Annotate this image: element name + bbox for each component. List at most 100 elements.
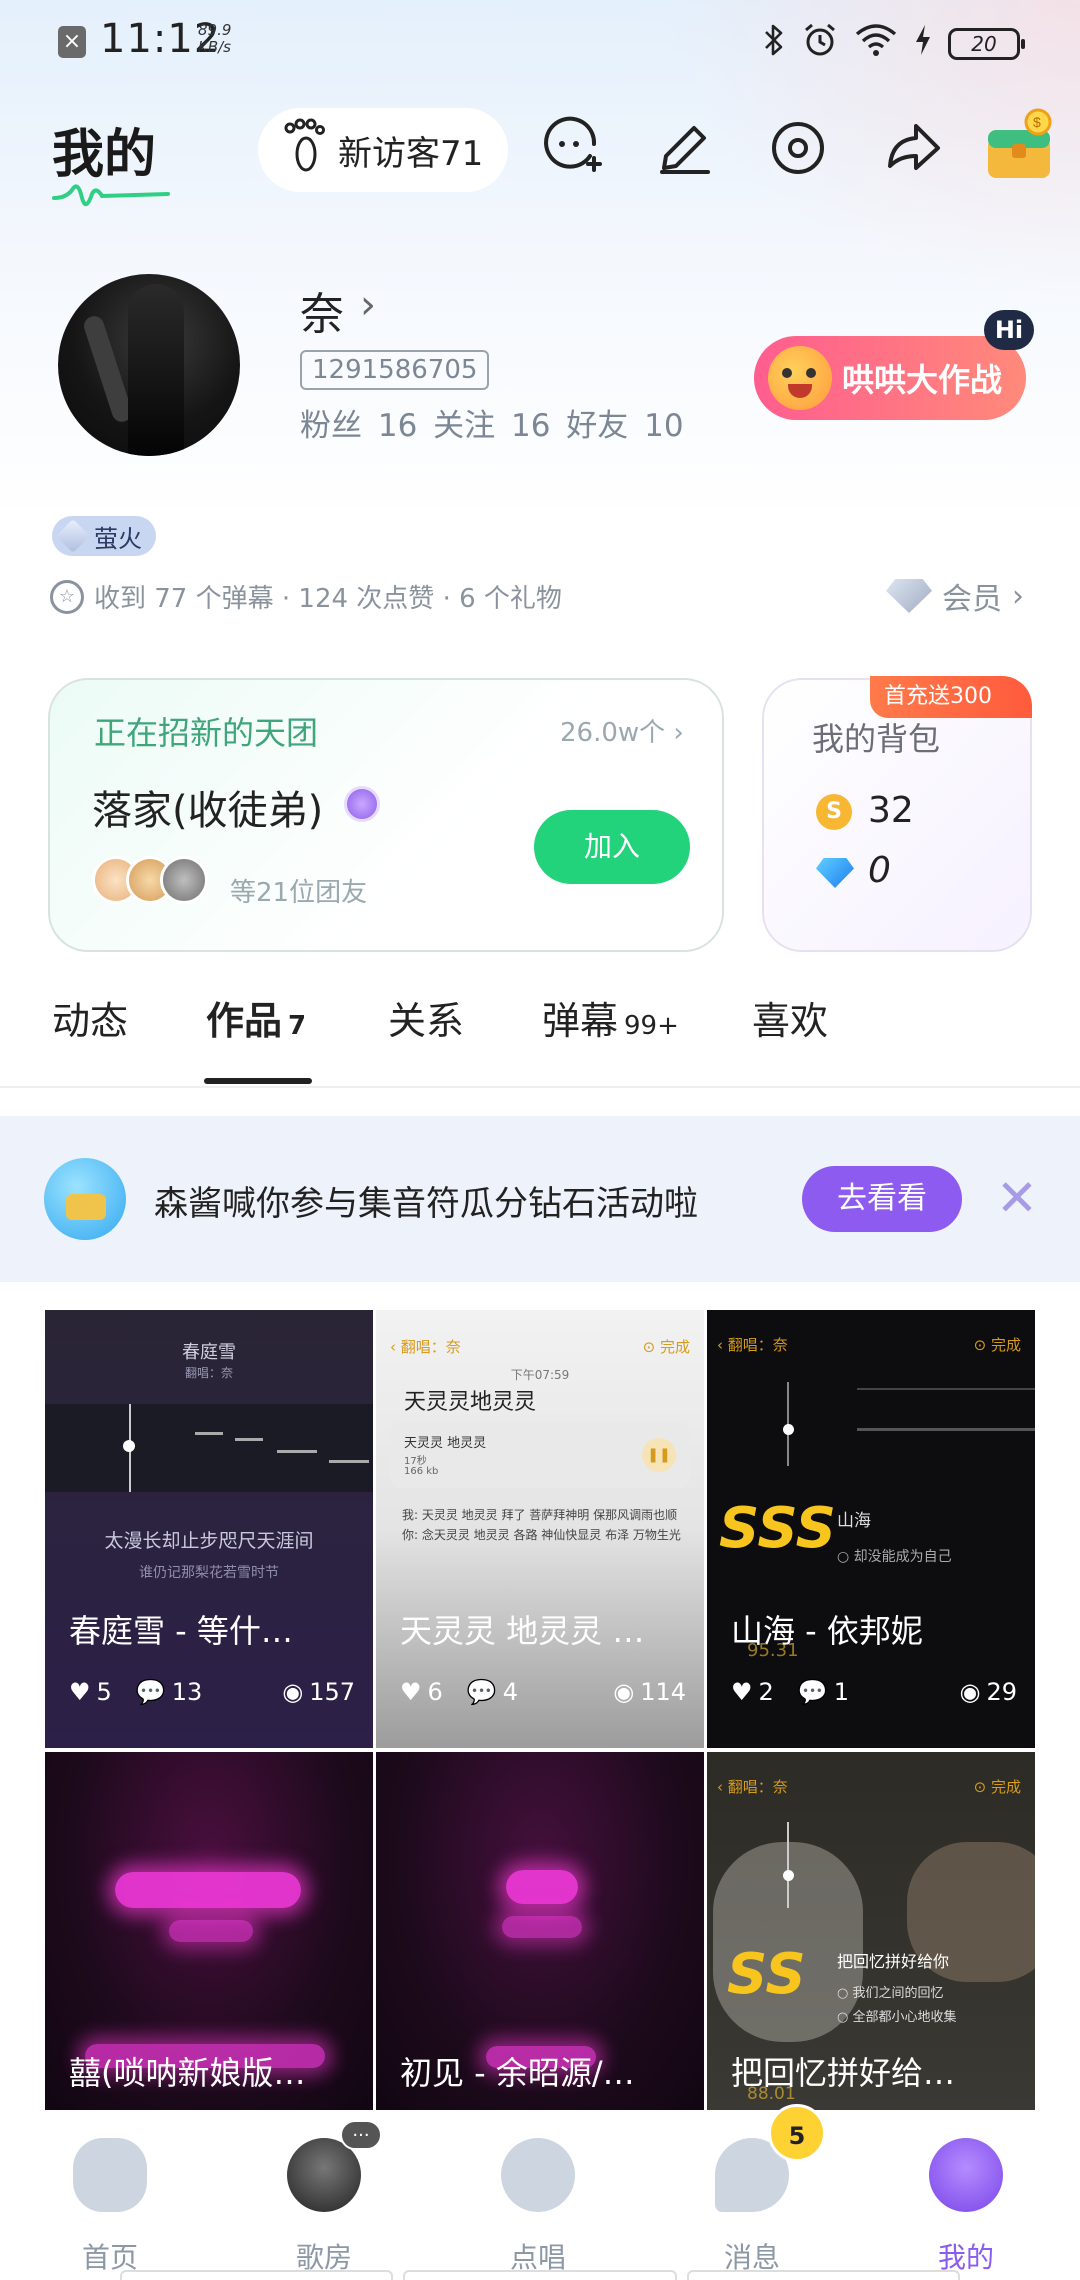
thumb-song: 把回忆拼好给你 <box>837 1952 950 1971</box>
thumb-grade: SSS <box>719 1496 837 1561</box>
comment-count: 4 <box>502 1678 518 1706</box>
nav-mine[interactable]: 我的 <box>886 2110 1046 2276</box>
thumb-back: ‹ 翻唱：奈 <box>717 1336 788 1354</box>
work-card-1[interactable]: 春庭雪 翻唱：奈 太漫长却止步咫尺天涯间 谁仍记那梨花若雪时节 春庭雪 - 等什… <box>45 1310 373 1748</box>
bluetooth-icon <box>762 23 786 65</box>
nav-home[interactable]: 首页 <box>30 2110 190 2276</box>
comment-icon: 💬 <box>135 1678 166 1706</box>
work-card-3[interactable]: ‹ 翻唱：奈 ⊙ 完成 SSS 山海 ○ 却没能成为自己 95.31 山海 - … <box>707 1310 1035 1748</box>
charging-icon <box>914 24 932 64</box>
hi-badge: Hi <box>984 310 1034 350</box>
tab-label: 作品 <box>206 999 283 1043</box>
emoji-face-icon <box>768 346 832 410</box>
avatar[interactable] <box>58 274 240 456</box>
new-visitors-button[interactable]: 新访客71 <box>258 108 508 192</box>
tab-likes[interactable]: 喜欢 <box>752 990 828 1045</box>
close-icon[interactable]: ✕ <box>996 1168 1038 1228</box>
diamond-icon <box>886 579 932 613</box>
net-speed-unit: KB/s <box>198 38 231 56</box>
active-tab-indicator <box>204 1078 312 1084</box>
heart-icon: ♥ <box>731 1678 753 1706</box>
chevron-right-icon: › <box>1012 578 1024 614</box>
group-count[interactable]: 26.0w个 › <box>560 712 684 749</box>
work-title: 囍(唢呐新娘版… <box>69 2054 306 2092</box>
status-bar: × 11:12 89.9 KB/s 20 <box>0 0 1080 80</box>
tab-danmaku[interactable]: 弹幕 99+ <box>542 990 679 1045</box>
title-wave-icon <box>52 184 170 206</box>
mascot-icon <box>929 2138 1003 2212</box>
coin-icon: S <box>816 794 852 830</box>
neon-light <box>115 1872 301 1908</box>
tab-moments[interactable]: 动态 <box>52 990 128 1045</box>
more-icon[interactable]: ··· <box>340 2120 382 2150</box>
treasure-chest-icon[interactable]: $ <box>980 108 1058 186</box>
footprint-icon <box>282 118 328 183</box>
like-count: 6 <box>427 1678 443 1706</box>
work-card-5[interactable]: 初见 - 余昭源/… <box>376 1752 704 2110</box>
chevron-right-icon[interactable]: › <box>360 282 376 328</box>
first-recharge-ribbon[interactable]: 首充送300 <box>870 676 1032 718</box>
rank-label: 萤火 <box>94 524 142 553</box>
follow-stats[interactable]: 粉丝 16 关注 16 好友 10 <box>300 400 684 445</box>
eye-icon: ◉ <box>613 1678 635 1706</box>
message-badge: 5 <box>768 2104 826 2162</box>
tab-label: 动态 <box>52 999 129 1043</box>
vip-label: 会员 <box>942 582 1002 617</box>
thumb-time: 下午07:59 <box>510 1368 570 1382</box>
thumb-top-right: 完成 <box>659 1338 690 1356</box>
thumb-line: ○ 全部都小心地收集 <box>837 2010 957 2025</box>
heart-icon: ♥ <box>69 1678 91 1706</box>
thumb-line-text: 却没能成为自己 <box>853 1549 952 1565</box>
thumb-top-right: 完成 <box>990 1336 1021 1354</box>
go-see-button[interactable]: 去看看 <box>802 1166 962 1232</box>
thumb-song: 山海 <box>837 1511 871 1531</box>
nickname[interactable]: 奈 <box>300 278 344 342</box>
thumb-heading: 天灵灵地灵灵 <box>404 1390 537 1415</box>
edit-icon[interactable] <box>652 116 716 180</box>
thumb-done: ⊙ 完成 <box>642 1338 690 1356</box>
nav-request-song[interactable]: 点唱 <box>458 2110 618 2276</box>
work-title: 把回忆拼好给… <box>731 2054 956 2092</box>
bottom-nav: 首页 歌房 点唱 消息 我的 <box>0 2110 1080 2280</box>
rank-badge[interactable]: 萤火 <box>52 516 156 556</box>
heart-icon: ♥ <box>400 1678 422 1706</box>
thumb-done: ⊙ 完成 <box>973 1778 1021 1796</box>
new-visitors-label: 新访客71 <box>338 133 484 174</box>
pitch-dot <box>123 1440 135 1452</box>
pitch-dot <box>783 1870 794 1881</box>
tab-relations[interactable]: 关系 <box>388 990 464 1045</box>
thumb-back: ‹ 翻唱：奈 <box>390 1338 461 1356</box>
eye-icon: ◉ <box>282 1678 304 1706</box>
thumb-heading: 春庭雪 <box>182 1342 236 1363</box>
add-friend-icon[interactable] <box>538 116 602 180</box>
game-banner-button[interactable]: 哄哄大作战 <box>754 336 1026 420</box>
settings-icon[interactable] <box>766 116 830 180</box>
group-card-title: 正在招新的天团 <box>94 714 319 752</box>
bottom-edge <box>120 2270 960 2280</box>
work-card-2[interactable]: ‹ 翻唱：奈 ⊙ 完成 下午07:59 天灵灵地灵灵 天灵灵 地灵灵 17秒 1… <box>376 1310 704 1748</box>
tab-works[interactable]: 作品 7 <box>206 990 306 1045</box>
activity-text: 森酱喊你参与集音符瓜分钻石活动啦 <box>154 1184 698 1224</box>
view-count: 29 <box>986 1678 1017 1706</box>
divider <box>0 1086 1080 1088</box>
thumb-line: ○ 我们之间的回忆 <box>837 1986 944 2001</box>
work-stats: ♥ 2 💬 1 ◉ 29 <box>731 1678 1017 1706</box>
thumb-sub: 翻唱：奈 <box>184 1366 233 1380</box>
like-count: 2 <box>758 1678 774 1706</box>
received-text: 收到 77 个弹幕 · 124 次点赞 · 6 个礼物 <box>94 584 562 614</box>
work-stats: ♥ 6 💬 4 ◉ 114 <box>400 1678 686 1706</box>
vip-button[interactable]: 会员 › <box>886 574 1024 618</box>
group-crest-icon <box>344 786 380 822</box>
avatar <box>160 856 208 904</box>
tab-count: 99+ <box>624 1011 679 1041</box>
comment-count: 1 <box>833 1678 849 1706</box>
group-name: 落家(收徒弟) <box>92 788 324 834</box>
received-summary[interactable]: ☆ 收到 77 个弹幕 · 124 次点赞 · 6 个礼物 <box>50 578 562 615</box>
thumb-card-title: 天灵灵 地灵灵 <box>404 1436 487 1451</box>
work-card-4[interactable]: 囍(唢呐新娘版… <box>45 1752 373 2110</box>
work-card-6[interactable]: ‹ 翻唱：奈 ⊙ 完成 SS 把回忆拼好给你 ○ 我们之间的回忆 ○ 全部都小心… <box>707 1752 1035 2110</box>
view-count: 157 <box>309 1678 355 1706</box>
join-button[interactable]: 加入 <box>534 810 690 884</box>
share-icon[interactable] <box>880 116 944 180</box>
work-stats: ♥ 5 💬 13 ◉ 157 <box>69 1678 355 1706</box>
